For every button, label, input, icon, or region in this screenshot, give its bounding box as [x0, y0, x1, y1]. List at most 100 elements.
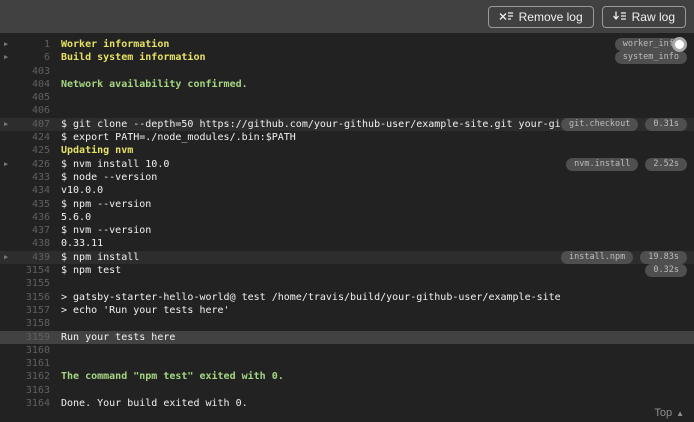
log-text: $ git clone --depth=50 https://github.co… — [61, 118, 561, 130]
line-number[interactable]: 438 — [16, 237, 50, 250]
log-row: 433 $ node --version — [0, 171, 694, 184]
line-number[interactable]: 434 — [16, 184, 50, 197]
line-number[interactable]: 424 — [16, 131, 50, 144]
fold-tag-badge: nvm.install — [566, 157, 639, 171]
log-row: 3159 Run your tests here — [0, 330, 694, 344]
line-number[interactable]: 3154 — [16, 264, 50, 277]
line-number[interactable]: 437 — [16, 224, 50, 237]
fold-arrow-icon[interactable]: ▶ — [0, 118, 16, 131]
line-number[interactable]: 3160 — [16, 344, 50, 357]
log-toolbar: Remove log Raw log — [0, 0, 694, 33]
line-number[interactable]: 403 — [16, 65, 50, 78]
line-number[interactable]: 433 — [16, 171, 50, 184]
log-text: $ npm test — [61, 265, 122, 277]
line-number[interactable]: 436 — [16, 211, 50, 224]
remove-log-button[interactable]: Remove log — [487, 5, 594, 28]
top-link-label: Top — [654, 407, 673, 419]
log-row: 3157 > echo 'Run your tests here' — [0, 304, 694, 317]
log-text: Build system information — [61, 52, 206, 64]
log-row: 3161 — [0, 357, 694, 370]
fold-tag-badge: system_info — [614, 51, 687, 65]
log-row: 404 Network availability confirmed. — [0, 78, 694, 91]
log-row: 3160 — [0, 344, 694, 357]
raw-log-label: Raw log — [631, 9, 675, 24]
line-number[interactable]: 3155 — [16, 277, 50, 290]
line-number[interactable]: 1 — [16, 38, 50, 51]
log-row: 437 $ nvm --version — [0, 224, 694, 237]
line-number[interactable]: 406 — [16, 104, 50, 117]
log-footer: Top ▲ — [654, 407, 684, 419]
log-row: ▶ 439 $ npm install install.npm 19.83s — [0, 250, 694, 265]
log-row: ▶ 6 Build system information system_info — [0, 51, 694, 65]
log-row: 3164 Done. Your build exited with 0. — [0, 397, 694, 410]
log-row: ▶ 426 $ nvm install 10.0 nvm.install 2.52s — [0, 157, 694, 171]
log-lines: ▶ 1 Worker information worker_info ▶ 6 Build s… — [0, 33, 694, 410]
log-row: ▶ 1 Worker information worker_info — [0, 38, 694, 52]
log-text: v10.0.0 — [61, 185, 104, 197]
log-row: 406 — [0, 104, 694, 117]
log-text: 5.6.0 — [61, 211, 92, 223]
log-text: The command "npm test" exited with 0. — [61, 371, 284, 383]
row-badges: 0.32s — [645, 264, 694, 278]
fold-arrow-icon[interactable]: ▶ — [0, 51, 16, 64]
line-number[interactable]: 3161 — [16, 357, 50, 370]
line-number[interactable]: 3162 — [16, 370, 50, 383]
log-text: $ node --version — [61, 171, 158, 183]
scroll-indicator[interactable] — [672, 37, 687, 52]
raw-log-button[interactable]: Raw log — [601, 5, 686, 28]
fold-arrow-icon[interactable]: ▶ — [0, 251, 16, 264]
log-text: Network availability confirmed. — [61, 78, 248, 90]
top-link[interactable]: Top ▲ — [654, 407, 684, 419]
log-text: > gatsby-starter-hello-world@ test /home… — [61, 291, 561, 303]
line-number[interactable]: 426 — [16, 158, 50, 171]
log-text: $ npm --version — [61, 198, 152, 210]
row-badges: install.npm 19.83s — [560, 250, 694, 264]
row-badges: system_info — [614, 51, 694, 65]
log-row: 434 v10.0.0 — [0, 184, 694, 197]
log-text: Worker information — [61, 39, 170, 50]
line-number[interactable]: 3157 — [16, 304, 50, 317]
fold-arrow-icon[interactable]: ▶ — [0, 158, 16, 171]
log-row: 435 $ npm --version — [0, 198, 694, 211]
line-number[interactable]: 407 — [16, 118, 50, 131]
duration-badge: 19.83s — [640, 250, 687, 264]
line-number[interactable]: 3164 — [16, 397, 50, 410]
line-number[interactable]: 6 — [16, 51, 50, 64]
log-text: 0.33.11 — [61, 238, 104, 250]
fold-tag-badge: install.npm — [560, 250, 634, 264]
line-number[interactable]: 435 — [16, 198, 50, 211]
line-number[interactable]: 3159 — [16, 331, 50, 344]
log-text: $ export PATH=./node_modules/.bin:$PATH — [61, 132, 296, 144]
log-row: 3155 — [0, 277, 694, 290]
duration-badge: 0.32s — [645, 264, 687, 278]
fold-tag-badge: git.checkout — [560, 117, 639, 131]
duration-badge: 0.31s — [645, 117, 687, 131]
log-row: 424 $ export PATH=./node_modules/.bin:$PA… — [0, 131, 694, 144]
build-log-panel: Remove log Raw log ▶ 1 Worker information w… — [0, 0, 694, 422]
log-row: 3158 — [0, 317, 694, 330]
log-row: 3163 — [0, 384, 694, 397]
log-row: 3156 > gatsby-starter-hello-world@ test /… — [0, 291, 694, 304]
log-row: 405 — [0, 91, 694, 104]
log-text: Run your tests here — [61, 331, 176, 343]
log-text: Updating nvm — [61, 145, 134, 157]
line-number[interactable]: 3163 — [16, 384, 50, 397]
chevron-up-icon: ▲ — [676, 408, 684, 418]
fold-arrow-icon[interactable]: ▶ — [0, 38, 16, 51]
line-number[interactable]: 404 — [16, 78, 50, 91]
remove-log-label: Remove log — [518, 9, 583, 24]
line-number[interactable]: 405 — [16, 91, 50, 104]
log-row: 436 5.6.0 — [0, 211, 694, 224]
log-row: ▶ 407 $ git clone --depth=50 https://githu… — [0, 117, 694, 132]
log-row: 425 Updating nvm — [0, 144, 694, 157]
line-number[interactable]: 425 — [16, 144, 50, 157]
remove-log-icon — [499, 11, 513, 22]
log-text: > echo 'Run your tests here' — [61, 304, 230, 316]
log-row: 403 — [0, 65, 694, 78]
log-text: $ nvm install 10.0 — [61, 158, 170, 170]
line-number[interactable]: 3158 — [16, 317, 50, 330]
line-number[interactable]: 3156 — [16, 291, 50, 304]
duration-badge: 2.52s — [645, 157, 687, 171]
row-badges: nvm.install 2.52s — [566, 157, 694, 171]
line-number[interactable]: 439 — [16, 251, 50, 264]
